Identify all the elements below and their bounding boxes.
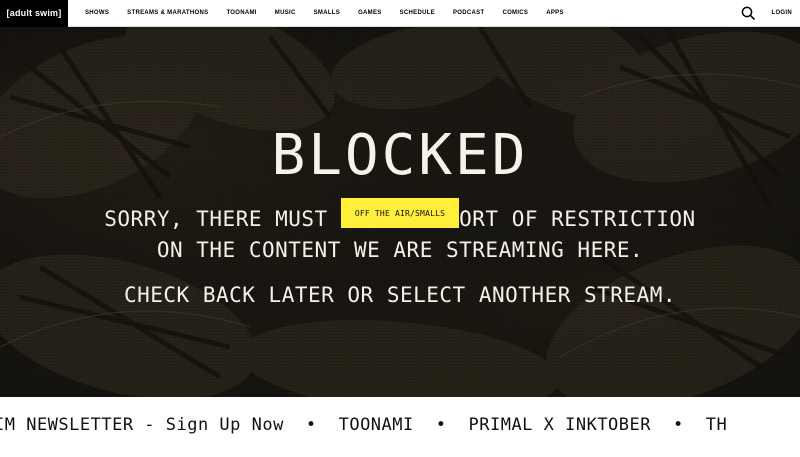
blocked-title: BLOCKED	[271, 123, 529, 188]
ticker-separator: •	[673, 415, 684, 435]
adult-swim-logo[interactable]: [adult swim]	[0, 0, 68, 27]
search-icon[interactable]	[735, 0, 762, 27]
ticker-separator: •	[305, 415, 317, 435]
nav-item-shows[interactable]: SHOWS	[76, 0, 118, 27]
nav-item-podcast[interactable]: PODCAST	[444, 0, 493, 27]
nav-item-toonami[interactable]: TOONAMI	[217, 0, 265, 27]
nav-right: LOGIN	[735, 0, 800, 27]
nav-item-games[interactable]: GAMES	[349, 0, 391, 27]
nav-menu: SHOWS STREAMS & MARATHONS TOONAMI MUSIC …	[76, 0, 573, 27]
nav-item-streams-marathons[interactable]: STREAMS & MARATHONS	[118, 0, 217, 27]
ticker-separator: •	[435, 415, 447, 435]
login-link[interactable]: LOGIN	[762, 0, 800, 27]
top-nav: [adult swim] SHOWS STREAMS & MARATHONS T…	[0, 0, 800, 27]
blocked-stream-panel: BLOCKED SORRY, THERE MUST BE SOME SORT O…	[0, 27, 800, 397]
nav-item-music[interactable]: MUSIC	[266, 0, 305, 27]
ticker-track: IM NEWSLETTER - Sign Up Now • TOONAMI • PRIM…	[0, 415, 727, 435]
nav-item-comics[interactable]: COMICS	[493, 0, 537, 27]
check-back-message: CHECK BACK LATER OR SELECT ANOTHER STREA…	[123, 283, 676, 307]
ticker-item-primal-inktober[interactable]: PRIMAL X INKTOBER	[469, 415, 652, 435]
stream-title-badge: OFF THE AIR/SMALLS	[341, 198, 459, 228]
nav-item-schedule[interactable]: SCHEDULE	[391, 0, 444, 27]
news-ticker: IM NEWSLETTER - Sign Up Now • TOONAMI • PRIM…	[0, 397, 800, 457]
ticker-item-toonami[interactable]: TOONAMI	[339, 415, 414, 435]
restriction-message-line-2: ON THE CONTENT WE ARE STREAMING HERE.	[156, 238, 644, 262]
ticker-item-newsletter[interactable]: IM NEWSLETTER - Sign Up Now	[0, 415, 284, 435]
ticker-item-truncated[interactable]: TH	[706, 415, 727, 435]
nav-item-smalls[interactable]: SMALLS	[305, 0, 349, 27]
nav-item-apps[interactable]: APPS	[537, 0, 573, 27]
